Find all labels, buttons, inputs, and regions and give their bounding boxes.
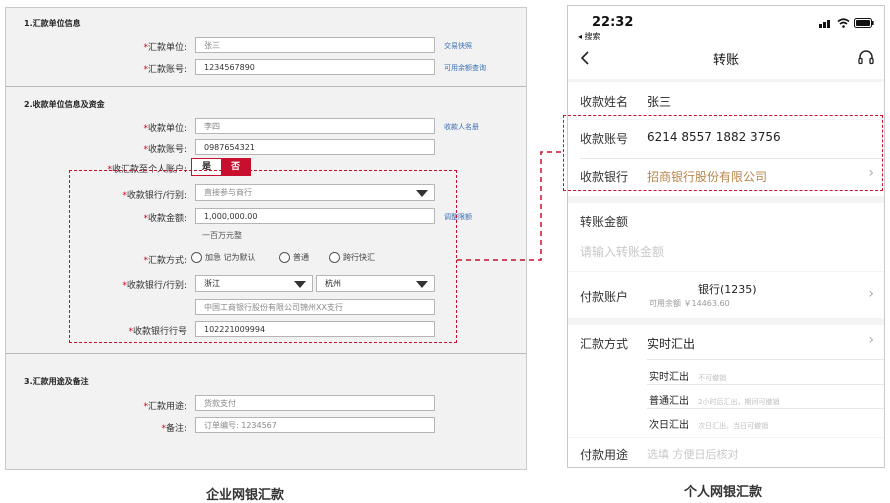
pay-account-balance: 可用余额 ￥14463.60 [649, 299, 730, 308]
section2-title: 2.收款单位信息及资金 [24, 100, 105, 109]
payee-unit-label: *收款单位: [143, 124, 187, 134]
payee-name-value: 张三 [647, 95, 672, 109]
personal-caption: 个人网银汇款 [684, 485, 763, 500]
payee-account-label: *收款账号: [143, 145, 187, 155]
status-bar: 22:32 ◂ 搜索 转账 [568, 6, 884, 79]
nav-title: 转账 [712, 53, 739, 68]
status-time: 22:32 [592, 15, 634, 30]
amount-row: 转账金额 请输入转账金额 [568, 203, 884, 271]
battery-icon [854, 18, 874, 28]
row-divider [647, 408, 884, 409]
customer-service-icon[interactable] [857, 49, 875, 67]
section3-title: 3.汇款用途及备注 [24, 377, 89, 386]
purpose-label: *汇款用途: [143, 402, 187, 412]
remitter-unit-input[interactable]: 张三 [195, 37, 435, 53]
method-value[interactable]: 实时汇出 [647, 335, 695, 352]
method-option-nextday[interactable]: 次日汇出 次日汇出，当日可撤销 [649, 413, 768, 432]
method-label: 汇款方式 [580, 337, 629, 351]
mobile-transfer-screen: 22:32 ◂ 搜索 转账 收款姓名 张三 收款账号 6214 8557 188… [567, 5, 885, 468]
purpose-input[interactable]: 选填 方便日后核对 [647, 446, 739, 462]
wifi-icon [837, 18, 850, 28]
payee-unit-input[interactable]: 李四 [195, 118, 435, 134]
payee-name-row[interactable]: 收款姓名 张三 [568, 82, 884, 119]
amount-input[interactable]: 请输入转账金额 [580, 243, 664, 260]
method-option-realtime[interactable]: 实时汇出 不可撤销 [649, 365, 726, 384]
chevron-right-icon[interactable]: › [868, 286, 874, 302]
section1-title: 1.汇款单位信息 [24, 19, 81, 28]
remark-input[interactable]: 订单编号: 1234567 [195, 417, 435, 433]
row-divider [647, 359, 884, 360]
status-icons [819, 18, 874, 28]
remitter-account-label: *汇款账号: [143, 65, 187, 75]
purpose-row[interactable]: 付款用途 选填 方便日后核对 [568, 438, 884, 467]
method-section: 汇款方式 实时汇出 › 实时汇出 不可撤销 普通汇出 2小时后汇出，期间可撤销 … [568, 325, 884, 437]
row-divider [647, 384, 884, 385]
remitter-unit-label: *汇款单位: [143, 43, 187, 53]
amount-label: 转账金额 [580, 215, 629, 229]
highlight-box-mobile [563, 115, 883, 191]
pay-account-row[interactable]: 付款账户 银行(1235) 可用余额 ￥14463.60 › [568, 272, 884, 318]
purpose-input[interactable]: 货款支付 [195, 395, 435, 411]
payee-list-link[interactable]: 收款人名册 [444, 122, 479, 132]
balance-query-link[interactable]: 可用余额查询 [444, 63, 486, 73]
enterprise-caption: 企业网银汇款 [206, 488, 285, 503]
remitter-account-input[interactable]: 1234567890 [195, 59, 435, 75]
payee-account-input[interactable]: 0987654321 [195, 139, 435, 155]
pay-account-bank: 银行(1235) [698, 283, 757, 296]
signal-icon [819, 19, 830, 28]
highlight-box-enterprise [69, 170, 457, 343]
method-option-normal[interactable]: 普通汇出 2小时后汇出，期间可撤销 [649, 389, 780, 408]
pay-account-label: 付款账户 [580, 290, 629, 304]
back-to-search[interactable]: ◂ 搜索 [578, 31, 601, 42]
section-divider [6, 353, 526, 354]
payee-name-label: 收款姓名 [580, 95, 629, 109]
section-divider [6, 86, 526, 87]
purpose-label: 付款用途 [580, 448, 629, 462]
remark-label: *备注: [161, 424, 187, 434]
quick-snapshot-link[interactable]: 交易快照 [444, 41, 472, 51]
chevron-right-icon[interactable]: › [868, 332, 874, 348]
